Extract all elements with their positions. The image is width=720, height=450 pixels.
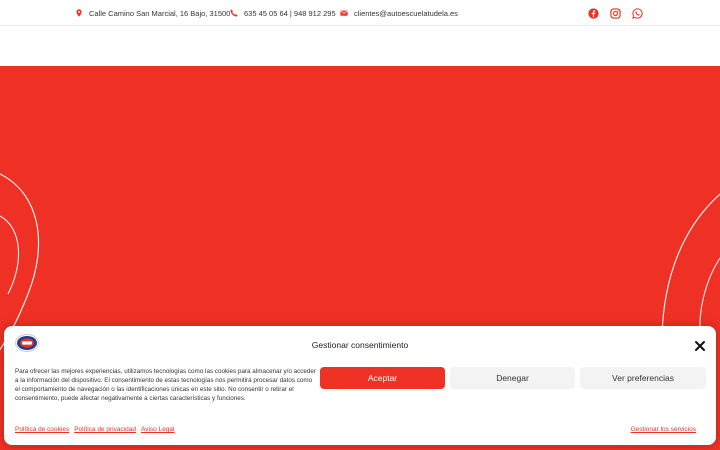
email-text[interactable]: clientes@autoescuelatudela.es (354, 9, 458, 18)
policy-links: Política de cookies Política de privacid… (15, 426, 175, 433)
whatsapp-icon[interactable] (632, 7, 643, 19)
instagram-icon[interactable] (610, 7, 621, 19)
contact-email[interactable]: clientes@autoescuelatudela.es (340, 0, 458, 26)
deny-button[interactable]: Denegar (450, 367, 575, 389)
view-preferences-button[interactable]: Ver preferencias (580, 367, 706, 389)
manage-services-link[interactable]: Gestionar los servicios (631, 426, 696, 433)
cookie-policy-link[interactable]: Política de cookies (15, 426, 69, 433)
contact-phone[interactable]: 635 45 05 64 | 948 912 295 (230, 0, 336, 26)
address-text: Calle Camino San Marcial, 16 Bajo, 31500 (89, 8, 231, 18)
social-links (588, 0, 643, 26)
consent-description: Para ofrecer las mejores experiencias, u… (15, 368, 316, 402)
facebook-icon[interactable] (588, 7, 599, 19)
envelope-icon (340, 9, 348, 17)
close-icon[interactable] (694, 339, 706, 351)
cookie-consent-dialog: Gestionar consentimiento Para ofrecer la… (4, 326, 716, 445)
top-contact-bar: Calle Camino San Marcial, 16 Bajo, 31500… (0, 0, 720, 26)
consent-title: Gestionar consentimiento (311, 340, 409, 350)
privacy-policy-link[interactable]: Política de privacidad (74, 426, 136, 433)
contact-address: Calle Camino San Marcial, 16 Bajo, 31500 (75, 0, 230, 26)
phone-text[interactable]: 635 45 05 64 | 948 912 295 (244, 9, 336, 18)
map-pin-icon (75, 9, 83, 17)
phone-icon (230, 9, 238, 17)
accept-button[interactable]: Aceptar (320, 367, 445, 389)
legal-notice-link[interactable]: Aviso Legal (141, 426, 175, 433)
